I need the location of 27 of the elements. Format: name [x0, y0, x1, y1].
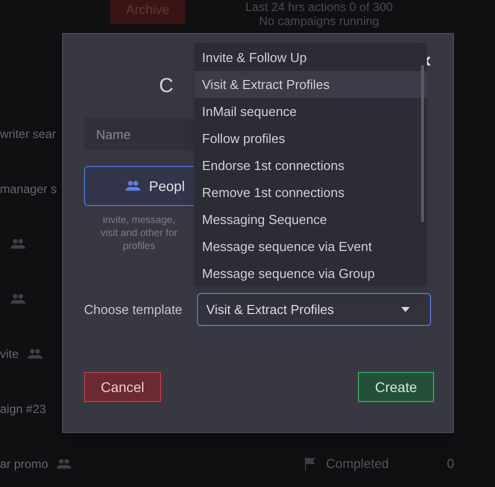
- card-description: profiles: [122, 240, 156, 253]
- dialog-title: C: [159, 74, 174, 98]
- menu-item[interactable]: Follow profiles: [194, 125, 427, 152]
- menu-item[interactable]: Messaging Sequence: [194, 206, 427, 233]
- campaign-name: writer sear: [0, 126, 56, 142]
- create-button[interactable]: Create: [358, 372, 434, 402]
- card-description: visit and other for: [100, 227, 178, 240]
- campaign-name: vite: [0, 346, 19, 362]
- menu-item[interactable]: Message sequence via Group: [194, 260, 427, 286]
- menu-item[interactable]: Endorse 1st connections: [194, 152, 427, 179]
- campaign-name: ar promo: [0, 456, 48, 472]
- campaign-count: 0: [446, 454, 454, 473]
- template-label: Choose template: [84, 300, 182, 319]
- menu-item[interactable]: Invite & Follow Up: [194, 44, 427, 71]
- card-description: invite, message,: [102, 214, 176, 227]
- cancel-button[interactable]: Cancel: [84, 372, 161, 402]
- campaign-state: Completed: [326, 454, 389, 473]
- campaign-status: No campaigns running: [259, 14, 380, 28]
- template-select[interactable]: Visit & Extract Profiles: [197, 293, 432, 326]
- campaign-name: manager s: [0, 180, 57, 198]
- menu-item[interactable]: Remove 1st connections: [194, 179, 427, 206]
- menu-item[interactable]: Message sequence via Event: [194, 233, 427, 260]
- menu-item[interactable]: InMail sequence: [194, 98, 427, 125]
- menu-item[interactable]: Visit & Extract Profiles: [194, 71, 427, 98]
- caret-icon: [401, 307, 410, 312]
- actions-count: Last 24 hrs actions 0 of 300: [245, 0, 393, 14]
- campaign-name: aign #23: [0, 400, 46, 418]
